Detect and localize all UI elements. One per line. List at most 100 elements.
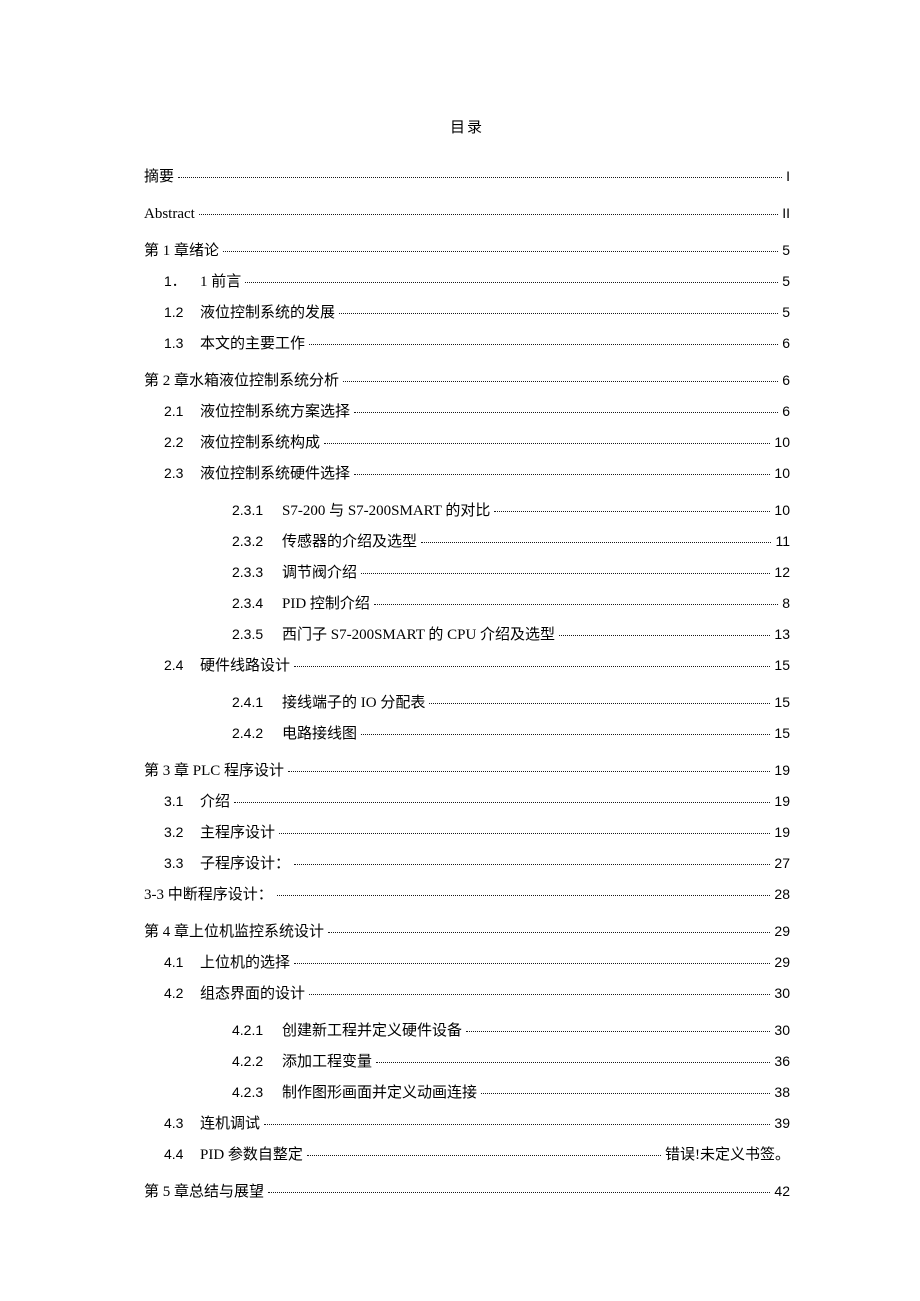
toc-leader-dots (288, 771, 770, 772)
toc-page-number: 29 (774, 953, 790, 973)
toc-page-number: 29 (774, 922, 790, 942)
toc-leader-dots (223, 251, 778, 252)
toc-label: 2.3液位控制系统硬件选择 (164, 464, 350, 485)
toc-text: PID 控制介绍 (282, 596, 370, 612)
toc-entry: 2.3.2传感器的介绍及选型11 (144, 532, 790, 553)
toc-number: 4.2 (164, 984, 200, 1004)
toc-leader-dots (339, 313, 778, 314)
toc-label: 3.1介绍 (164, 792, 230, 813)
toc-label: 4.3连机调试 (164, 1114, 260, 1135)
toc-page-number: 28 (774, 885, 790, 905)
toc-number: 4.2.3 (232, 1083, 282, 1103)
toc-text: 液位控制系统构成 (200, 435, 320, 451)
toc-label: 第 2 章水箱液位控制系统分析 (144, 371, 339, 392)
toc-label: 第 5 章总结与展望 (144, 1182, 264, 1203)
toc-number: 1.3 (164, 334, 200, 354)
toc-text: 第 3 章 PLC 程序设计 (144, 763, 284, 779)
toc-page-number: 19 (774, 792, 790, 812)
toc-page-number: 15 (774, 724, 790, 744)
toc-number: 2.3.5 (232, 625, 282, 645)
toc-entry: 3.3子程序设计：27 (144, 854, 790, 875)
toc-text: 电路接线图 (282, 726, 357, 742)
toc-leader-dots (376, 1062, 770, 1063)
toc-text: Abstract (144, 206, 195, 222)
toc-leader-dots (481, 1093, 770, 1094)
toc-entry: 1．1 前言5 (144, 272, 790, 293)
toc-text: 介绍 (200, 794, 230, 810)
toc-label: 2.3.3调节阀介绍 (232, 563, 357, 584)
toc-entry: 4.4PID 参数自整定错误!未定义书签。 (144, 1145, 790, 1166)
toc-page-number: 15 (774, 656, 790, 676)
toc-number: 2.3.3 (232, 563, 282, 583)
toc-leader-dots (268, 1192, 770, 1193)
toc-entry: 4.2.1创建新工程并定义硬件设备30 (144, 1021, 790, 1042)
toc-entry: 2.3.4PID 控制介绍8 (144, 594, 790, 615)
toc-page-number: 42 (774, 1182, 790, 1202)
toc-leader-dots (294, 864, 770, 865)
toc-page-number: 27 (774, 854, 790, 874)
toc-label: Abstract (144, 204, 195, 225)
toc-container: 摘要IAbstractII第 1 章绪论51．1 前言51.2液位控制系统的发展… (144, 167, 790, 1203)
toc-page-number: II (782, 204, 790, 224)
toc-entry: 3.1介绍 19 (144, 792, 790, 813)
toc-entry: 第 5 章总结与展望 42 (144, 1182, 790, 1203)
toc-page-error: 错误!未定义书签。 (665, 1145, 790, 1166)
toc-text: 西门子 S7-200SMART 的 CPU 介绍及选型 (282, 627, 555, 643)
toc-leader-dots (264, 1124, 770, 1125)
toc-page-number: 19 (774, 823, 790, 843)
toc-leader-dots (307, 1155, 661, 1156)
toc-number: 3.1 (164, 792, 200, 812)
toc-page-number: 30 (774, 984, 790, 1004)
toc-entry: 4.2组态界面的设计30 (144, 984, 790, 1005)
toc-leader-dots (354, 474, 770, 475)
toc-number: 4.2.1 (232, 1021, 282, 1041)
toc-page-number: 15 (774, 693, 790, 713)
toc-entry: 2.3液位控制系统硬件选择 10 (144, 464, 790, 485)
toc-label: 2.3.1S7-200 与 S7-200SMART 的对比 (232, 501, 490, 522)
toc-page-number: 10 (774, 433, 790, 453)
toc-text: PID 参数自整定 (200, 1147, 303, 1163)
toc-text: 液位控制系统的发展 (200, 305, 335, 321)
toc-label: 1．1 前言 (164, 272, 241, 293)
toc-text: 摘要 (144, 169, 174, 185)
toc-label: 2.4.2电路接线图 (232, 724, 357, 745)
toc-leader-dots (559, 635, 770, 636)
toc-entry: 2.4.2电路接线图 15 (144, 724, 790, 745)
toc-label: 2.3.5西门子 S7-200SMART 的 CPU 介绍及选型 (232, 625, 555, 646)
toc-leader-dots (343, 381, 778, 382)
toc-label: 4.2.1创建新工程并定义硬件设备 (232, 1021, 462, 1042)
toc-text: 上位机的选择 (200, 955, 290, 971)
toc-text: 第 5 章总结与展望 (144, 1184, 264, 1200)
toc-text: 第 1 章绪论 (144, 243, 219, 259)
toc-leader-dots (429, 703, 770, 704)
toc-number: 2.2 (164, 433, 200, 453)
toc-label: 4.1上位机的选择 (164, 953, 290, 974)
toc-label: 2.4.1接线端子的 IO 分配表 (232, 693, 425, 714)
toc-leader-dots (199, 214, 778, 215)
toc-entry: 2.3.3调节阀介绍12 (144, 563, 790, 584)
toc-text: 液位控制系统方案选择 (200, 404, 350, 420)
toc-entry: 2.3.5西门子 S7-200SMART 的 CPU 介绍及选型13 (144, 625, 790, 646)
toc-page-number: 5 (782, 241, 790, 261)
toc-text: 第 2 章水箱液位控制系统分析 (144, 373, 339, 389)
toc-label: 3-3 中断程序设计： (144, 885, 273, 906)
toc-page-number: 5 (782, 303, 790, 323)
toc-text: 液位控制系统硬件选择 (200, 466, 350, 482)
toc-leader-dots (354, 412, 778, 413)
toc-number: 2.3.4 (232, 594, 282, 614)
toc-entry: 2.2液位控制系统构成 10 (144, 433, 790, 454)
toc-label: 4.2.3制作图形画面并定义动画连接 (232, 1083, 477, 1104)
toc-text: 制作图形画面并定义动画连接 (282, 1085, 477, 1101)
toc-number: 2.3.1 (232, 501, 282, 521)
toc-page-number: 6 (782, 334, 790, 354)
toc-page-number: 10 (774, 464, 790, 484)
toc-text: 硬件线路设计 (200, 658, 290, 674)
toc-number: 2.4 (164, 656, 200, 676)
toc-leader-dots (178, 177, 782, 178)
toc-text: 本文的主要工作 (200, 336, 305, 352)
toc-label: 2.2液位控制系统构成 (164, 433, 320, 454)
toc-label: 第 4 章上位机监控系统设计 (144, 922, 324, 943)
toc-entry: 第 3 章 PLC 程序设计19 (144, 761, 790, 782)
toc-leader-dots (328, 932, 770, 933)
toc-text: 连机调试 (200, 1116, 260, 1132)
